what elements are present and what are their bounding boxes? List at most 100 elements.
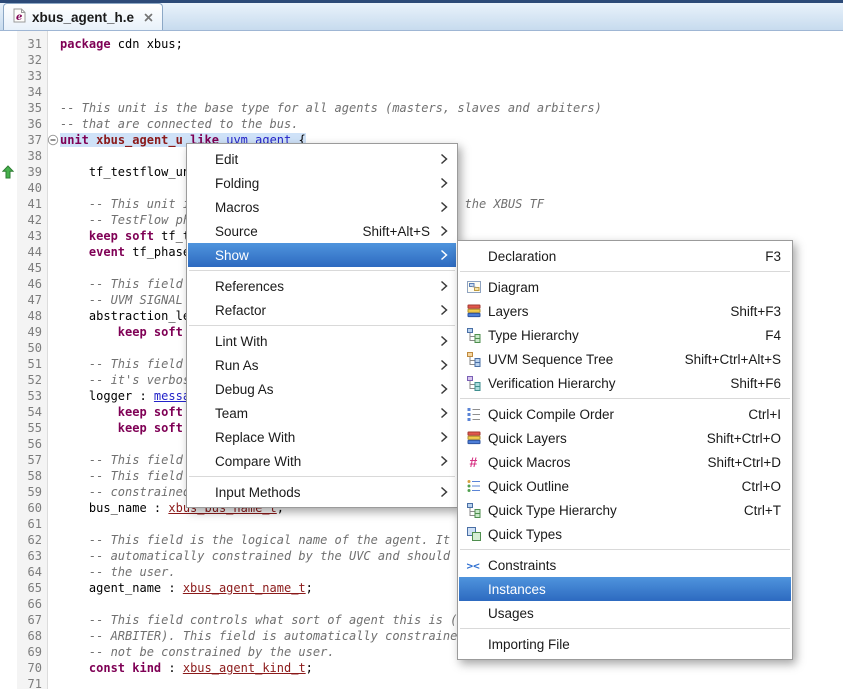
quick-type-hierarchy-icon	[465, 502, 483, 518]
menu-item-label: Quick Macros	[488, 455, 571, 470]
menu-separator	[460, 628, 790, 629]
line-number: 36	[17, 116, 47, 132]
code-line-71[interactable]: 71	[0, 676, 843, 689]
menu-item-quick-types[interactable]: Quick Types	[459, 522, 791, 546]
menu-item-input-methods[interactable]: Input Methods	[188, 480, 456, 504]
menu-item-verification-hierarchy[interactable]: Verification HierarchyShift+F6	[459, 371, 791, 395]
submenu-chevron-icon	[440, 304, 448, 316]
menu-item-usages[interactable]: Usages	[459, 601, 791, 625]
menu-item-edit[interactable]: Edit	[188, 147, 456, 171]
annotation-gutter-cell	[0, 356, 17, 372]
line-number: 52	[17, 372, 47, 388]
menu-item-debug-as[interactable]: Debug As	[188, 377, 456, 401]
editor-tab-xbus-agent-h-e[interactable]: e xbus_agent_h.e	[3, 3, 163, 30]
line-number: 60	[17, 500, 47, 516]
code-line-33[interactable]: 33	[0, 68, 843, 84]
menu-item-quick-compile-order[interactable]: Quick Compile OrderCtrl+I	[459, 402, 791, 426]
menu-item-diagram[interactable]: Diagram	[459, 275, 791, 299]
line-number: 71	[17, 676, 47, 689]
menu-item-source[interactable]: SourceShift+Alt+S	[188, 219, 456, 243]
submenu-chevron-icon	[440, 335, 448, 347]
menu-item-run-as[interactable]: Run As	[188, 353, 456, 377]
annotation-gutter-cell	[0, 292, 17, 308]
line-number: 62	[17, 532, 47, 548]
menu-item-quick-outline[interactable]: Quick OutlineCtrl+O	[459, 474, 791, 498]
line-number: 70	[17, 660, 47, 676]
menu-item-macros[interactable]: Macros	[188, 195, 456, 219]
menu-item-lint-with[interactable]: Lint With	[188, 329, 456, 353]
menu-item-label: Macros	[215, 200, 259, 215]
annotation-gutter-cell	[0, 484, 17, 500]
menu-item-label: Show	[215, 248, 249, 263]
menu-item-label: Input Methods	[215, 485, 301, 500]
fold-gutter-cell	[47, 292, 60, 308]
menu-item-label: Diagram	[488, 280, 539, 295]
tab-close-icon[interactable]	[144, 13, 153, 22]
code-line-text	[60, 68, 843, 84]
menu-item-uvm-sequence-tree[interactable]: UVM Sequence TreeShift+Ctrl+Alt+S	[459, 347, 791, 371]
annotation-gutter-cell	[0, 468, 17, 484]
fold-gutter-cell	[47, 324, 60, 340]
menu-item-quick-macros[interactable]: #Quick MacrosShift+Ctrl+D	[459, 450, 791, 474]
editor-tab-bar: e xbus_agent_h.e	[0, 0, 843, 31]
line-number: 50	[17, 340, 47, 356]
menu-item-references[interactable]: References	[188, 274, 456, 298]
menu-item-label: Quick Type Hierarchy	[488, 503, 617, 518]
line-number: 48	[17, 308, 47, 324]
menu-item-importing-file[interactable]: Importing File	[459, 632, 791, 656]
fold-gutter-cell	[47, 244, 60, 260]
code-line-31[interactable]: 31package cdn xbus;	[0, 36, 843, 52]
menu-item-team[interactable]: Team	[188, 401, 456, 425]
show-submenu: DeclarationF3DiagramLayersShift+F3Type H…	[457, 240, 793, 660]
menu-shortcut: Ctrl+I	[724, 407, 781, 422]
fold-gutter-cell	[47, 260, 60, 276]
line-number: 61	[17, 516, 47, 532]
fold-collapse-icon[interactable]	[47, 132, 60, 148]
fold-gutter-cell	[47, 68, 60, 84]
code-line-36[interactable]: 36-- that are connected to the bus.	[0, 116, 843, 132]
menu-item-show[interactable]: Show	[188, 243, 456, 267]
diagram-icon	[465, 279, 483, 295]
menu-separator	[460, 398, 790, 399]
menu-item-layers[interactable]: LayersShift+F3	[459, 299, 791, 323]
code-line-32[interactable]: 32	[0, 52, 843, 68]
menu-shortcut: Shift+F3	[706, 304, 781, 319]
constraints-icon: ><	[465, 557, 483, 573]
line-number: 69	[17, 644, 47, 660]
menu-item-replace-with[interactable]: Replace With	[188, 425, 456, 449]
line-number: 31	[17, 36, 47, 52]
code-line-35[interactable]: 35-- This unit is the base type for all …	[0, 100, 843, 116]
menu-item-declaration[interactable]: DeclarationF3	[459, 244, 791, 268]
menu-item-label: Debug As	[215, 382, 274, 397]
menu-item-constraints[interactable]: ><Constraints	[459, 553, 791, 577]
menu-item-compare-with[interactable]: Compare With	[188, 449, 456, 473]
menu-item-folding[interactable]: Folding	[188, 171, 456, 195]
menu-item-label: Quick Outline	[488, 479, 569, 494]
menu-item-quick-layers[interactable]: Quick LayersShift+Ctrl+O	[459, 426, 791, 450]
menu-item-label: Type Hierarchy	[488, 328, 579, 343]
menu-item-label: References	[215, 279, 284, 294]
menu-item-instances[interactable]: Instances	[459, 577, 791, 601]
svg-text:#: #	[470, 454, 478, 470]
code-line-34[interactable]: 34	[0, 84, 843, 100]
fold-gutter-cell	[47, 532, 60, 548]
menu-item-quick-type-hierarchy[interactable]: Quick Type HierarchyCtrl+T	[459, 498, 791, 522]
annotation-gutter-cell	[0, 100, 17, 116]
menu-icon-placeholder	[465, 248, 483, 264]
line-number: 58	[17, 468, 47, 484]
submenu-chevron-icon	[440, 225, 448, 237]
fold-gutter-cell	[47, 116, 60, 132]
menu-item-label: Instances	[488, 582, 546, 597]
code-line-70[interactable]: 70 const kind : xbus_agent_kind_t;	[0, 660, 843, 676]
submenu-chevron-icon	[440, 455, 448, 467]
fold-gutter-cell	[47, 628, 60, 644]
menu-item-type-hierarchy[interactable]: Type HierarchyF4	[459, 323, 791, 347]
svg-text:><: ><	[467, 560, 481, 573]
menu-item-refactor[interactable]: Refactor	[188, 298, 456, 322]
annotation-gutter-cell	[0, 52, 17, 68]
menu-item-label: Edit	[215, 152, 238, 167]
menu-item-label: Quick Types	[488, 527, 562, 542]
menu-shortcut: F3	[741, 249, 781, 264]
line-number: 53	[17, 388, 47, 404]
menu-item-label: Verification Hierarchy	[488, 376, 616, 391]
